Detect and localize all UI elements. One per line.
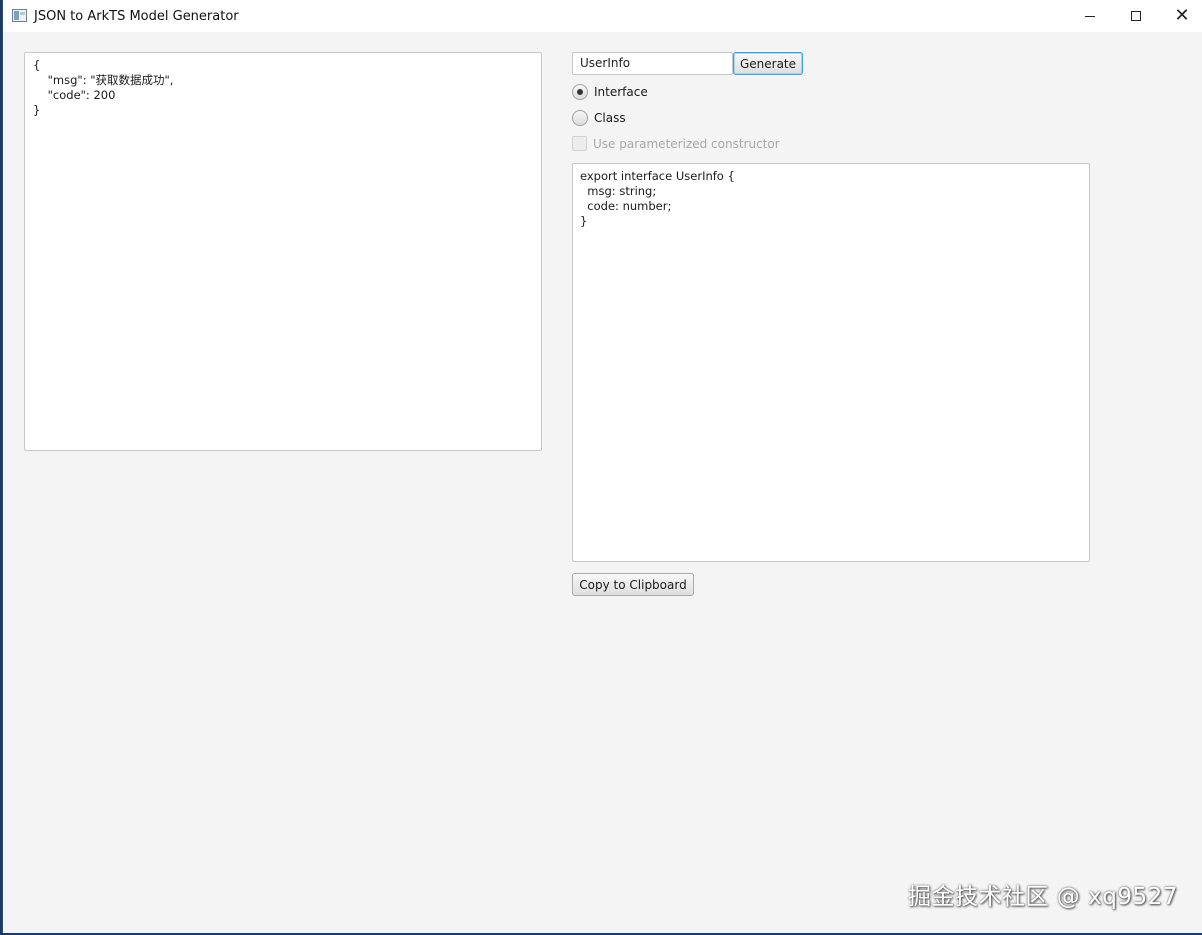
close-button[interactable]: ✕ — [1159, 0, 1202, 32]
class-name-input[interactable]: UserInfo — [572, 52, 733, 75]
radio-option-class[interactable]: Class — [572, 110, 626, 126]
app-window: JSON to ArkTS Model Generator ✕ { "msg":… — [2, 0, 1202, 933]
checkbox-icon — [572, 136, 587, 151]
generate-button[interactable]: Generate — [733, 52, 803, 75]
parameterized-constructor-checkbox: Use parameterized constructor — [572, 136, 780, 151]
window-title: JSON to ArkTS Model Generator — [34, 9, 239, 24]
radio-label-class: Class — [594, 111, 626, 125]
app-window-icon — [12, 9, 27, 22]
radio-option-interface[interactable]: Interface — [572, 84, 648, 100]
generated-code-output[interactable]: export interface UserInfo { msg: string;… — [572, 163, 1090, 562]
checkbox-label: Use parameterized constructor — [593, 136, 780, 151]
minimize-button[interactable] — [1067, 0, 1113, 32]
title-bar[interactable]: JSON to ArkTS Model Generator ✕ — [3, 0, 1202, 32]
close-icon: ✕ — [1174, 5, 1190, 26]
maximize-icon — [1131, 11, 1141, 21]
radio-selected-icon[interactable] — [572, 84, 588, 100]
radio-label-interface: Interface — [594, 85, 648, 99]
json-input-textarea[interactable]: { "msg": "获取数据成功", "code": 200 } — [24, 52, 542, 451]
minimize-icon — [1085, 15, 1095, 17]
radio-unselected-icon[interactable] — [572, 110, 588, 126]
watermark-text: 掘金技术社区 @ xq9527 — [908, 884, 1178, 910]
maximize-button[interactable] — [1113, 0, 1159, 32]
copy-to-clipboard-button[interactable]: Copy to Clipboard — [572, 573, 694, 596]
